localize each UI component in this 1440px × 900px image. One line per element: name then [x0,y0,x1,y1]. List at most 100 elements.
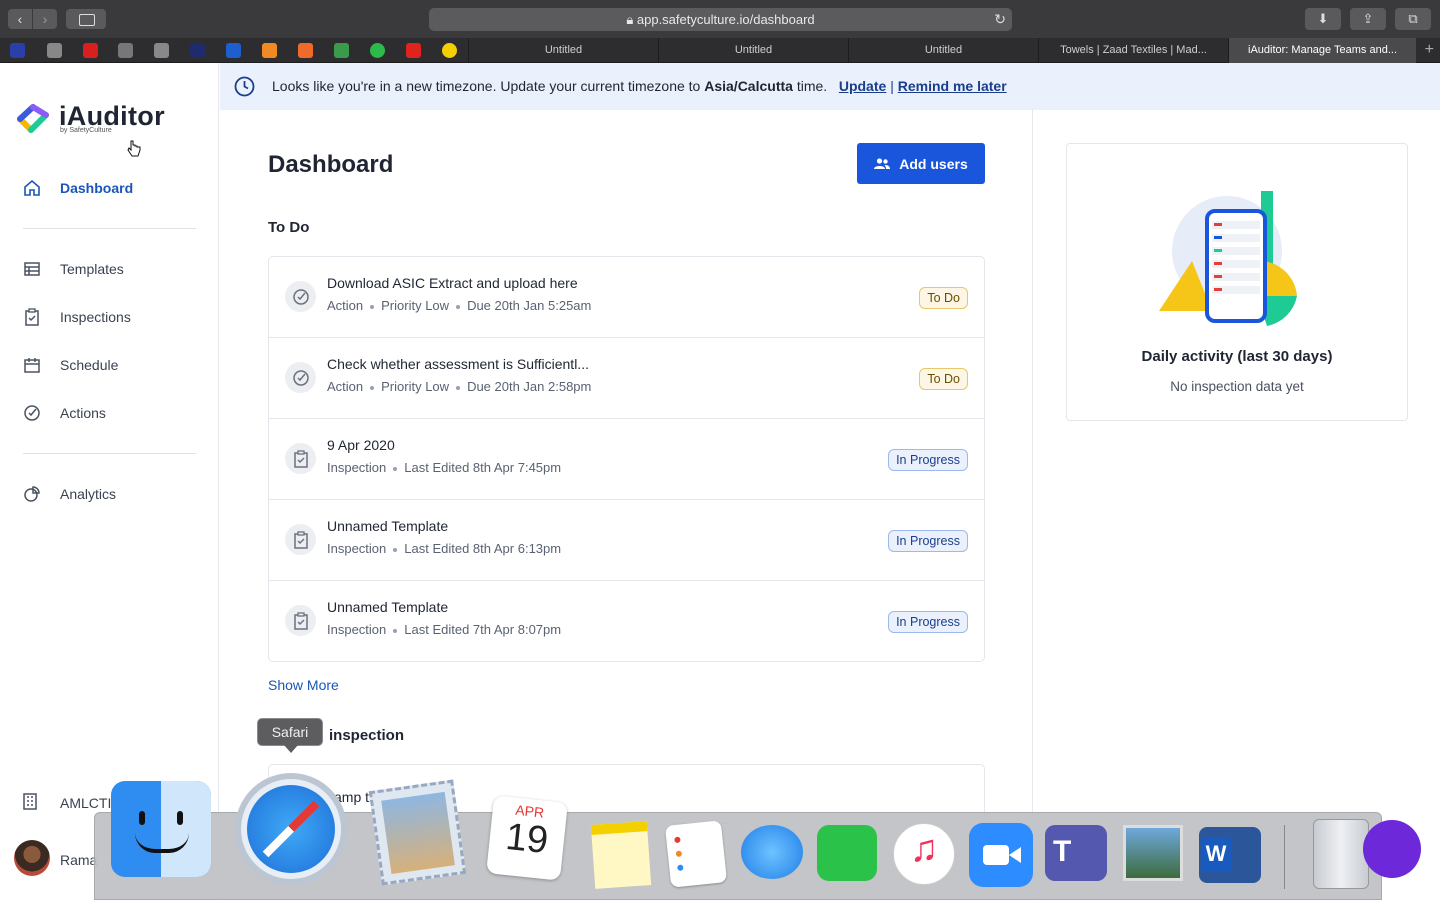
todo-meta: Inspection Last Edited 8th Apr 7:45pm [327,460,561,475]
downloads-button[interactable]: ⬇ [1305,8,1341,30]
status-badge: In Progress [888,530,968,552]
youtube-icon[interactable] [406,43,421,58]
new-tab-button[interactable]: + [1425,38,1434,62]
todo-meta: Inspection Last Edited 8th Apr 6:13pm [327,541,561,556]
banner-text-before: Looks like you're in a new timezone. Upd… [272,78,705,94]
share-button[interactable]: ⇪ [1350,8,1386,30]
sidebar-item-templates[interactable]: Templates [22,255,197,283]
dock-tooltip: Safari [257,718,323,753]
banner-separator: | [890,78,894,94]
preview-icon[interactable] [1123,825,1183,881]
divider [23,453,196,454]
calendar-app-icon[interactable]: APR 19 [486,795,568,881]
whatsapp-icon[interactable] [370,43,385,58]
sidebar-item-label: Inspections [60,309,131,325]
macos-dock: APR 19 ♫ T W [94,773,1382,900]
sidebar-item-label: Templates [60,261,124,277]
calendar-day: 19 [503,815,551,863]
todo-meta: Action Priority Low Due 20th Jan 5:25am [327,298,591,313]
inspection-clipboard-icon [285,605,316,636]
todo-title: Unnamed Template [327,599,449,615]
action-check-icon [285,362,316,393]
sidebar-item-schedule[interactable]: Schedule [22,351,197,379]
avatar[interactable] [14,840,50,876]
iauditor-logo-icon [17,104,49,133]
add-users-label: Add users [899,155,968,172]
pinned-tab-icon[interactable] [190,43,205,58]
clock-icon [234,76,255,97]
tabs-overview-button[interactable]: ⧉ [1395,8,1431,30]
url-text: app.safetyculture.io/dashboard [636,12,815,27]
teams-icon[interactable]: T [1045,825,1107,881]
facetime-icon[interactable] [817,825,877,881]
meta-type: Inspection [327,460,387,475]
page-title: Dashboard [268,151,394,178]
user-name[interactable]: Rama [60,852,97,868]
tab[interactable]: Towels | Zaad Textiles | Mad... [1038,38,1228,63]
activity-illustration-icon [1159,191,1297,326]
sidebar-item-actions[interactable]: Actions [22,399,197,427]
pinned-tab-icon[interactable] [118,43,133,58]
messages-icon[interactable] [741,825,803,879]
meta-priority: Priority Low [381,298,450,313]
zoom-icon[interactable] [969,823,1033,887]
pinned-tab-icon[interactable] [334,43,349,58]
pinned-tab-icon[interactable] [442,43,457,58]
tab-bar: Untitled Untitled Untitled Towels | Zaad… [0,38,1440,63]
pinned-tab-icon[interactable] [262,43,277,58]
music-icon[interactable]: ♫ [893,823,955,885]
sidebar-toggle-button[interactable] [66,9,106,29]
activity-subtitle: No inspection data yet [1170,379,1304,394]
reload-icon[interactable]: ↻ [994,8,1006,31]
trash-icon[interactable] [1313,819,1369,889]
todo-row[interactable]: Check whether assessment is Sufficientl.… [269,338,984,419]
todo-row[interactable]: Unnamed Template Inspection Last Edited 8… [269,500,984,581]
pinned-tab-icon[interactable] [10,43,25,58]
back-button[interactable]: ‹ [8,9,32,29]
address-bar[interactable]: 🔒︎ app.safetyculture.io/dashboard ↻ [429,8,1012,31]
status-badge: To Do [919,287,968,309]
calendar-icon [22,355,42,375]
org-switcher[interactable]: AMLCTI [22,792,111,813]
show-more-link[interactable]: Show More [268,677,339,693]
sidebar-item-dashboard[interactable]: Dashboard [22,174,197,202]
browser-toolbar: ‹ › 🔒︎ app.safetyculture.io/dashboard ↻ … [0,0,1440,38]
todo-row[interactable]: Download ASIC Extract and upload here Ac… [269,257,984,338]
start-inspection-title: inspection [329,727,405,744]
pinned-tab-icon[interactable] [226,43,241,58]
banner-text-after: time. [792,78,828,94]
pinned-tab-icon[interactable] [83,43,98,58]
pinned-tab-icon[interactable] [47,43,62,58]
notes-icon[interactable] [590,821,652,889]
pinned-tab-icon[interactable] [154,43,169,58]
todo-row[interactable]: Unnamed Template Inspection Last Edited 7… [269,581,984,662]
tab-active[interactable]: iAuditor: Manage Teams and... [1228,38,1416,63]
status-badge: To Do [919,368,968,390]
pinned-tab-icon[interactable] [298,43,313,58]
sidebar-item-label: Actions [60,405,106,421]
tab[interactable]: Untitled [658,38,848,63]
todo-row[interactable]: 9 Apr 2020 Inspection Last Edited 8th Apr… [269,419,984,500]
todo-title: 9 Apr 2020 [327,437,395,453]
sidebar-item-label: Analytics [60,486,117,502]
sidebar-item-analytics[interactable]: Analytics [22,480,197,508]
daily-activity-card: Daily activity (last 30 days) No inspect… [1066,143,1408,421]
meta-type: Action [327,298,364,313]
sidebar-item-inspections[interactable]: Inspections [22,303,197,331]
remind-later-link[interactable]: Remind me later [898,78,1007,94]
update-timezone-link[interactable]: Update [839,78,886,94]
home-icon [22,178,42,198]
mail-stamp-icon[interactable] [368,779,467,886]
timezone-banner: Looks like you're in a new timezone. Upd… [220,63,1440,110]
reminders-icon[interactable] [664,820,728,888]
tab[interactable]: Untitled [468,38,658,63]
tab[interactable]: Untitled [848,38,1038,63]
word-icon[interactable]: W [1199,827,1261,883]
safari-icon[interactable] [235,773,347,885]
todo-list: Download ASIC Extract and upload here Ac… [268,256,985,662]
chat-launcher-button[interactable] [1363,820,1421,878]
finder-icon[interactable] [111,781,211,877]
todo-section-title: To Do [268,219,310,236]
add-users-button[interactable]: Add users [857,143,985,184]
forward-button[interactable]: › [33,9,57,29]
